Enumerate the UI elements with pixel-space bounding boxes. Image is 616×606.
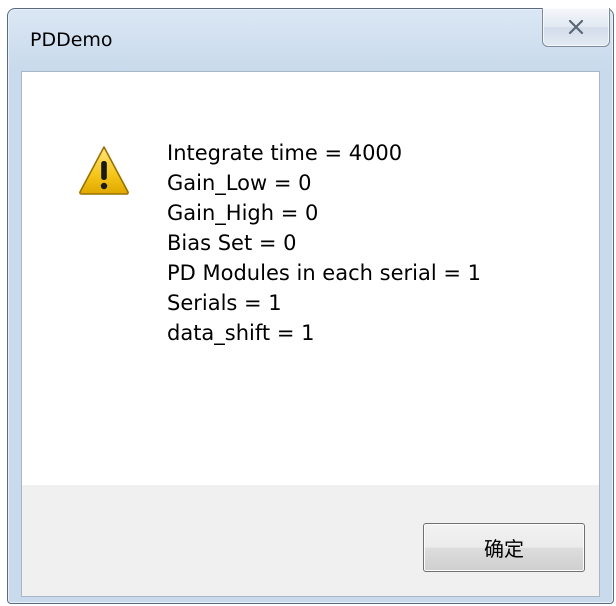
message-line-gain-high: Gain_High = 0 <box>167 201 319 225</box>
close-button[interactable] <box>542 8 610 47</box>
dialog-client-area: Integrate time = 4000 Gain_Low = 0 Gain_… <box>21 71 600 597</box>
title-bar[interactable]: PDDemo <box>8 8 613 71</box>
button-bar: 确定 <box>22 485 599 596</box>
dialog-window: PDDemo Integrate time = 4000 Gain_Low = … <box>7 8 614 604</box>
message-text: Integrate time = 4000 Gain_Low = 0 Gain_… <box>167 138 481 348</box>
ok-button[interactable]: 确定 <box>423 523 585 572</box>
message-line-pd-modules: PD Modules in each serial = 1 <box>167 261 481 285</box>
close-icon <box>568 20 584 34</box>
message-area: Integrate time = 4000 Gain_Low = 0 Gain_… <box>22 72 599 485</box>
message-line-data-shift: data_shift = 1 <box>167 321 315 345</box>
warning-icon <box>79 146 129 195</box>
message-line-integrate-time: Integrate time = 4000 <box>167 141 403 165</box>
message-line-bias-set: Bias Set = 0 <box>167 231 297 255</box>
window-title: PDDemo <box>30 29 113 51</box>
message-line-gain-low: Gain_Low = 0 <box>167 171 312 195</box>
message-line-serials: Serials = 1 <box>167 291 282 315</box>
